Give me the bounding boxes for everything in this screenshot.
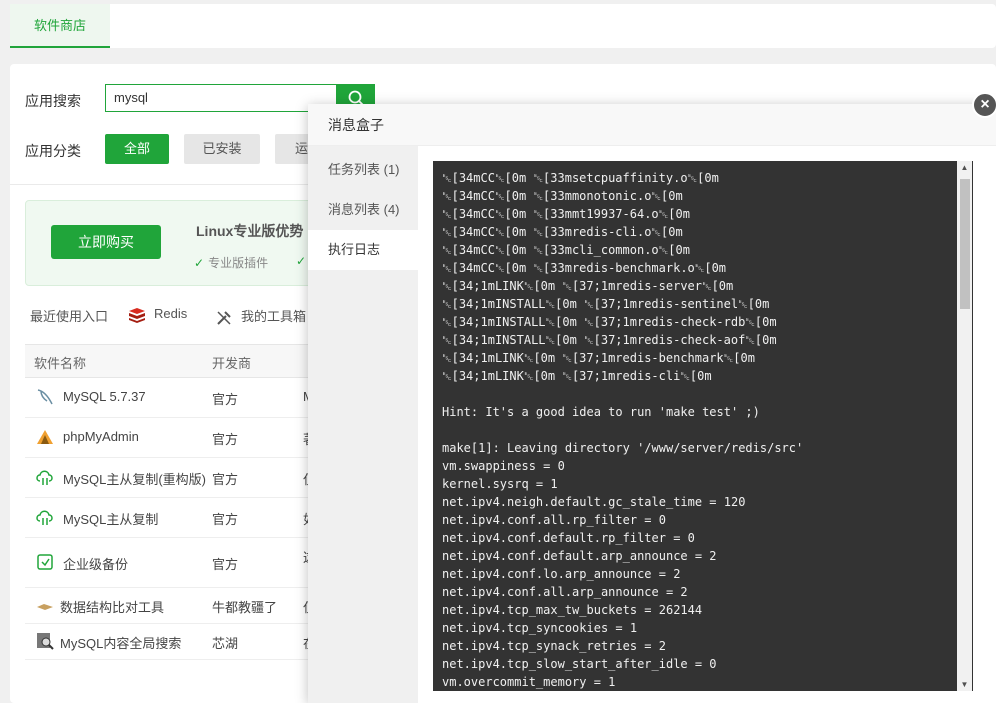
backup-icon (37, 554, 53, 570)
software-developer: 芯湖 (212, 636, 239, 651)
software-name: 企业级备份 (63, 557, 129, 572)
redis-icon (129, 307, 145, 323)
scroll-down-icon[interactable]: ▼ (960, 680, 969, 689)
recent-redis-label: Redis (154, 306, 188, 321)
recent-toolbox-link[interactable]: 我的工具箱 (215, 306, 306, 327)
software-developer: 牛都教疆了 (212, 600, 278, 615)
promo-title: Linux专业版优势 (196, 223, 304, 239)
recent-entry-label: 最近使用入口 (30, 309, 109, 324)
software-developer: 官方 (212, 472, 239, 487)
table-row[interactable]: 企业级备份 官方 这 (25, 537, 355, 588)
category-all-button[interactable]: 全部 (105, 134, 169, 164)
buy-now-button[interactable]: 立即购买 (51, 225, 161, 259)
table-row[interactable]: MySQL主从复制(重构版) 官方 仅 (25, 457, 355, 498)
search-input[interactable]: mysql (105, 84, 337, 112)
tab-execution-log[interactable]: 执行日志 (308, 230, 418, 270)
search-label: 应用搜索 (25, 93, 81, 109)
cloud-sync-icon (36, 510, 53, 525)
compare-tool-icon (37, 604, 53, 610)
software-name: phpMyAdmin (63, 429, 139, 444)
log-text: ␛[34mCC␛[0m ␛[33msetcpuaffinity.o␛[0m ␛[… (442, 171, 804, 689)
execution-log-console[interactable]: ␛[34mCC␛[0m ␛[33msetcpuaffinity.o␛[0m ␛[… (433, 161, 973, 691)
cloud-sync-icon (36, 470, 53, 485)
software-name: MySQL内容全局搜索 (60, 636, 182, 651)
software-developer: 官方 (212, 557, 239, 572)
mysql-dolphin-icon (37, 389, 53, 405)
pro-promo-banner: 立即购买 Linux专业版优势 ✓ 专业版插件 ✓ (25, 200, 347, 286)
dialog-title: 消息盒子 (308, 104, 996, 146)
table-row[interactable]: MySQL主从复制 官方 如 (25, 497, 355, 538)
log-scrollbar[interactable]: ▲ ▼ (957, 161, 972, 691)
software-name: MySQL主从复制(重构版) (63, 472, 207, 487)
message-box-dialog: 消息盒子 任务列表 (1) 消息列表 (4) 执行日志 ␛[34mCC␛[0m … (308, 104, 996, 703)
software-name: 数据结构比对工具 (60, 600, 165, 615)
tools-icon (217, 310, 231, 325)
table-row[interactable]: MySQL内容全局搜索 芯湖 在 (25, 623, 355, 660)
category-label: 应用分类 (25, 143, 81, 159)
check-icon: ✓ (194, 256, 205, 270)
dialog-sidebar: 任务列表 (1) 消息列表 (4) 执行日志 (308, 146, 418, 703)
recent-redis-link[interactable]: Redis (128, 306, 187, 323)
top-tab-bar: 软件商店 (10, 4, 996, 48)
table-row[interactable]: phpMyAdmin 官方 著 (25, 417, 355, 458)
table-header: 软件名称 开发商 (25, 344, 355, 378)
column-header-name: 软件名称 (34, 356, 87, 371)
scroll-up-icon[interactable]: ▲ (960, 163, 969, 172)
software-developer: 官方 (212, 512, 239, 527)
scrollbar-thumb[interactable] (960, 179, 970, 309)
category-installed-button[interactable]: 已安装 (184, 134, 260, 164)
tab-task-list[interactable]: 任务列表 (1) (308, 150, 418, 190)
close-icon[interactable]: × (972, 92, 996, 118)
table-row[interactable]: 数据结构比对工具 牛都教疆了 仅 (25, 587, 355, 624)
phpmyadmin-icon (37, 430, 53, 444)
check-icon: ✓ (296, 254, 307, 268)
software-developer: 官方 (212, 432, 239, 447)
software-name: MySQL 5.7.37 (63, 389, 146, 404)
software-name: MySQL主从复制 (63, 512, 159, 527)
tab-message-list[interactable]: 消息列表 (4) (308, 190, 418, 230)
recent-toolbox-label: 我的工具箱 (241, 309, 307, 324)
software-developer: 官方 (212, 392, 239, 407)
column-header-developer: 开发商 (212, 356, 252, 371)
search-db-icon (37, 633, 54, 650)
table-row[interactable]: MySQL 5.7.37 官方 M (25, 377, 355, 418)
promo-feature: ✓ 专业版插件 (194, 254, 268, 271)
promo-feature-label: 专业版插件 (208, 256, 269, 270)
tab-software-store[interactable]: 软件商店 (10, 4, 110, 48)
